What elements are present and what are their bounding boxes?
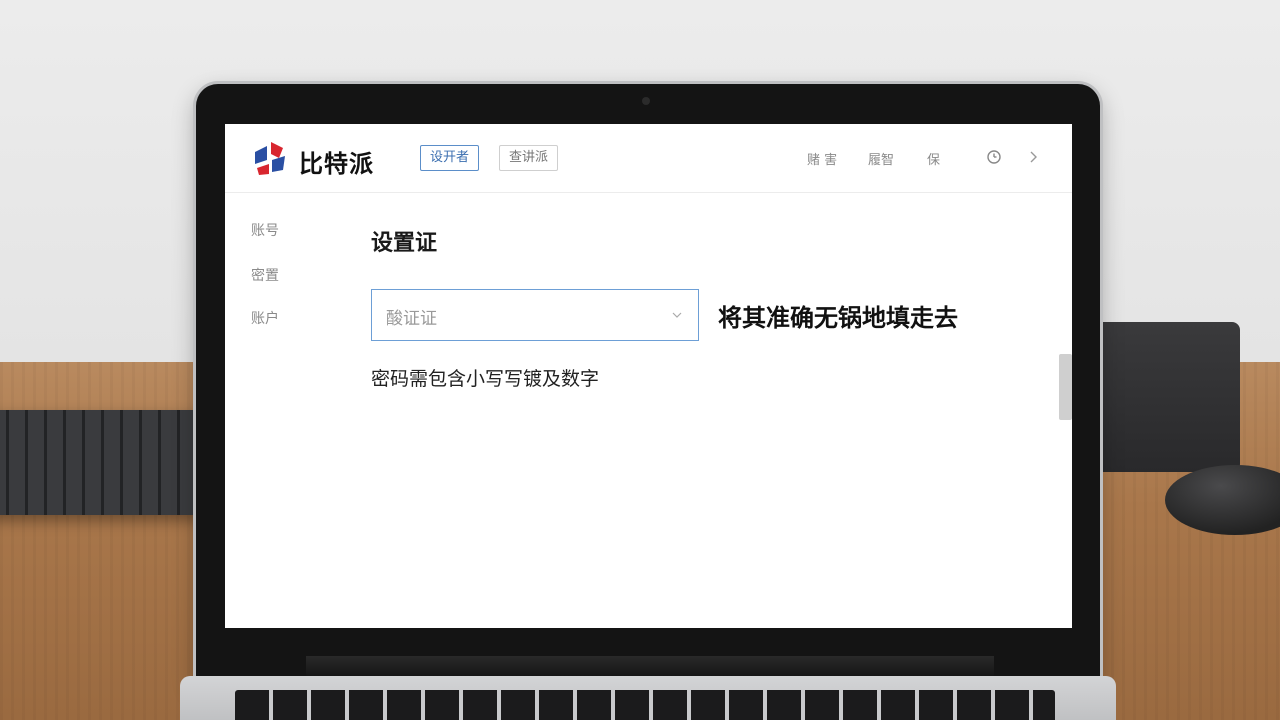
clock-icon[interactable] bbox=[985, 148, 1003, 166]
top-link-1[interactable]: 赌 害 bbox=[807, 149, 837, 168]
verification-select[interactable]: 酸证证 bbox=[371, 289, 699, 341]
top-link-3[interactable]: 保 bbox=[927, 149, 940, 168]
nav-button-developer[interactable]: 设开者 bbox=[420, 145, 480, 171]
laptop-screen: 比特派 设开者 查讲派 赌 害 履智 保 账号 密置 账户 设置证 酸证证 将其… bbox=[225, 124, 1072, 628]
external-keyboard bbox=[0, 410, 205, 515]
select-value: 酸证证 bbox=[386, 309, 437, 329]
instruction-annotation: 将其准确无锅地填走去 bbox=[718, 304, 958, 332]
scrollbar-thumb[interactable] bbox=[1059, 354, 1072, 420]
sidebar-item-password[interactable]: 密置 bbox=[251, 265, 279, 285]
black-device bbox=[1095, 322, 1240, 472]
photo-scene: 比特派 设开者 查讲派 赌 害 履智 保 账号 密置 账户 设置证 酸证证 将其… bbox=[0, 0, 1280, 720]
chevron-down-icon bbox=[672, 312, 682, 318]
top-link-2[interactable]: 履智 bbox=[868, 149, 894, 168]
page-title: 设置证 bbox=[371, 231, 438, 256]
sidebar-item-account[interactable]: 账号 bbox=[251, 220, 279, 240]
top-navigation-bar: 比特派 设开者 查讲派 赌 害 履智 保 bbox=[225, 124, 1072, 193]
nav-button-query[interactable]: 查讲派 bbox=[499, 145, 559, 171]
chevron-right-icon[interactable] bbox=[1025, 148, 1043, 166]
webcam bbox=[642, 97, 650, 105]
laptop-keyboard bbox=[235, 690, 1055, 720]
password-hint: 密码需包含小写写镀及数字 bbox=[371, 368, 600, 390]
brand-logo-icon bbox=[255, 142, 285, 175]
brand-name: 比特派 bbox=[299, 150, 374, 178]
sidebar-item-user[interactable]: 账户 bbox=[251, 308, 279, 328]
